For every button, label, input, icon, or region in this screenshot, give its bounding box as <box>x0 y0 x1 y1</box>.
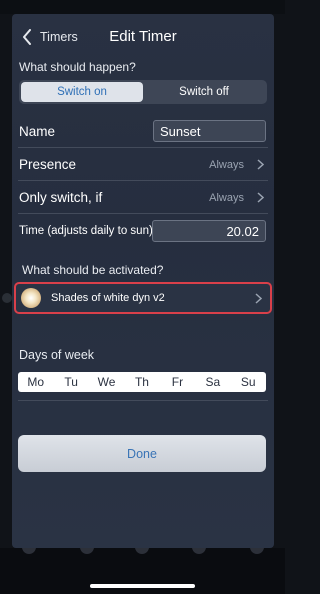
divider <box>18 400 268 401</box>
name-label: Name <box>19 124 56 139</box>
action-segmented-control: Switch on Switch off <box>19 80 267 104</box>
day-friday[interactable]: Fr <box>160 372 195 392</box>
time-row: Time (adjusts daily to sun) 20.02 <box>12 214 274 247</box>
switch-off-option[interactable]: Switch off <box>143 82 265 102</box>
only-switch-value: Always <box>209 192 244 204</box>
day-wednesday[interactable]: We <box>89 372 124 392</box>
days-of-week-label: Days of week <box>19 348 95 362</box>
done-button[interactable]: Done <box>18 435 266 472</box>
background-top <box>0 0 285 14</box>
edit-timer-modal: Timers Edit Timer What should happen? Sw… <box>12 14 274 548</box>
back-label: Timers <box>40 30 78 44</box>
day-saturday[interactable]: Sa <box>195 372 230 392</box>
switch-on-option[interactable]: Switch on <box>21 82 143 102</box>
chevron-right-icon <box>257 159 264 170</box>
name-input[interactable]: Sunset <box>153 120 266 142</box>
background-control <box>2 293 12 303</box>
time-input[interactable]: 20.02 <box>152 220 266 242</box>
chevron-right-icon <box>257 192 264 203</box>
what-should-happen-label: What should happen? <box>19 60 136 74</box>
only-switch-row[interactable]: Only switch, if Always <box>12 181 274 214</box>
scene-thumbnail-icon <box>21 288 41 308</box>
days-of-week-selector: Mo Tu We Th Fr Sa Su <box>18 372 266 392</box>
chevron-right-icon <box>255 293 262 304</box>
name-row: Name Sunset <box>12 115 274 148</box>
time-label: Time (adjusts daily to sun) <box>19 225 153 237</box>
only-switch-label: Only switch, if <box>19 190 103 205</box>
activated-scene-row[interactable]: Shades of white dyn v2 <box>14 282 272 314</box>
scene-name: Shades of white dyn v2 <box>51 292 165 304</box>
presence-value: Always <box>209 159 244 171</box>
day-sunday[interactable]: Su <box>231 372 266 392</box>
day-thursday[interactable]: Th <box>124 372 159 392</box>
nav-bar: Timers Edit Timer <box>12 14 274 58</box>
back-button[interactable]: Timers <box>22 26 78 48</box>
day-tuesday[interactable]: Tu <box>53 372 88 392</box>
presence-row[interactable]: Presence Always <box>12 148 274 181</box>
home-indicator <box>90 584 195 588</box>
presence-label: Presence <box>19 157 77 172</box>
chevron-left-icon <box>23 29 31 45</box>
what-should-be-activated-label: What should be activated? <box>22 263 164 277</box>
day-monday[interactable]: Mo <box>18 372 53 392</box>
